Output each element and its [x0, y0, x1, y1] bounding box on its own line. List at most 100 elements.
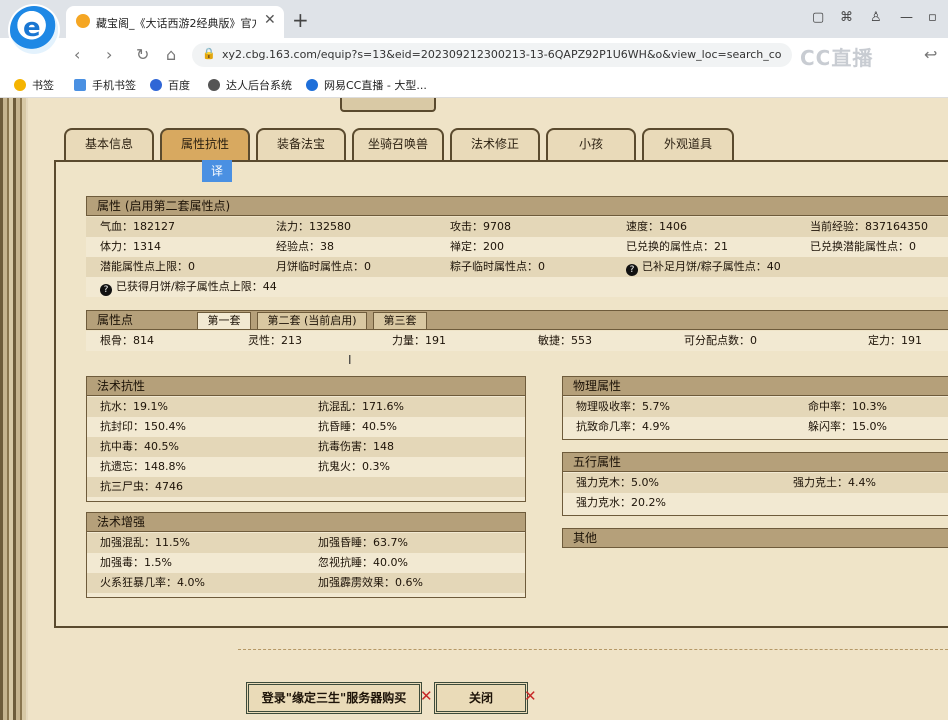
- browser-logo-icon: e: [10, 6, 58, 54]
- resist-value: 抗封印：150.4%: [100, 420, 186, 433]
- bookmarks-bar: 书签 手机书签 百度 达人后台系统 网易CC直播 - 大型...: [0, 72, 948, 98]
- resist-row: 抗三尸虫：4746: [87, 477, 525, 497]
- attr-value: 速度：1406: [626, 220, 687, 233]
- resist-row: 抗遗忘：148.8% 抗鬼火：0.3%: [87, 457, 525, 477]
- element-value: 强力克水：20.2%: [576, 496, 666, 509]
- bookmark-item[interactable]: 书签: [14, 77, 54, 93]
- window-icon[interactable]: ▫: [928, 10, 937, 25]
- tab-equipment[interactable]: 装备法宝: [256, 128, 346, 160]
- attr-value: 经验点：38: [276, 240, 334, 253]
- new-tab-icon[interactable]: +: [292, 8, 309, 32]
- tab-spell-mod[interactable]: 法术修正: [450, 128, 540, 160]
- physical-row: 抗致命几率：4.9% 躲闪率：15.0%: [563, 417, 948, 437]
- translate-badge[interactable]: 译: [202, 160, 232, 182]
- ornament-x-icon: ✕: [524, 687, 537, 705]
- attr-value-with-help: ? 已补足月饼/粽子属性点：40: [626, 257, 781, 277]
- attr-value: 法力：132580: [276, 220, 351, 233]
- home-icon[interactable]: ⌂: [166, 45, 176, 64]
- point-value: 可分配点数：0: [684, 334, 757, 347]
- login-buy-button[interactable]: 登录"缘定三生"服务器购买: [246, 682, 422, 714]
- text-cursor-icon: I: [348, 353, 352, 367]
- physical-value: 抗致命几率：4.9%: [576, 420, 670, 433]
- tab-close-icon[interactable]: ✕: [264, 12, 276, 28]
- enhance-value: 加强混乱：11.5%: [100, 536, 190, 549]
- url-text: xy2.cbg.163.com/equip?s=13&eid=202309212…: [222, 48, 782, 61]
- section-enhance-title: 法术增强: [86, 512, 526, 532]
- help-icon[interactable]: ?: [100, 284, 112, 296]
- attr-value: 体力：1314: [100, 240, 161, 253]
- subtab-set-2[interactable]: 第二套 (当前启用): [257, 312, 367, 330]
- menu-back-icon[interactable]: ↩: [924, 45, 937, 64]
- bookmark-item[interactable]: 手机书签: [74, 77, 136, 93]
- tab-appearance[interactable]: 外观道具: [642, 128, 734, 160]
- resist-row: 抗水：19.1% 抗混乱：171.6%: [87, 397, 525, 417]
- subtab-set-3[interactable]: 第三套: [373, 312, 427, 330]
- shirt-icon[interactable]: ♙: [870, 10, 882, 25]
- back-icon[interactable]: ‹: [74, 45, 80, 64]
- tab-basic-info[interactable]: 基本信息: [64, 128, 154, 160]
- section-attributes-title: 属性 (启用第二套属性点): [86, 196, 948, 216]
- point-value: 根骨：814: [100, 334, 154, 347]
- section-points-bar: 属性点 第一套 第二套 (当前启用) 第三套: [86, 310, 948, 330]
- attributes-row: 气血：182127 法力：132580 攻击：9708 速度：1406 当前经验…: [86, 217, 948, 237]
- bookmark-item[interactable]: 网易CC直播 - 大型...: [306, 77, 427, 93]
- enhance-value: 加强毒：1.5%: [100, 556, 172, 569]
- tab-title: 藏宝阁_《大话西游2经典版》官方: [96, 17, 256, 30]
- minimize-icon[interactable]: —: [900, 10, 913, 25]
- section-resist-title: 法术抗性: [86, 376, 526, 396]
- element-value: 强力克木：5.0%: [576, 476, 659, 489]
- physical-value: 物理吸收率：5.7%: [576, 400, 670, 413]
- game-icon[interactable]: ⌘: [840, 10, 853, 25]
- point-value: 灵性：213: [248, 334, 302, 347]
- bookmark-item[interactable]: 达人后台系统: [208, 77, 292, 93]
- help-icon[interactable]: ?: [626, 264, 638, 276]
- attr-value: 气血：182127: [100, 220, 175, 233]
- section-other-title: 其他: [562, 528, 948, 548]
- site-icon: [208, 79, 220, 91]
- tab-child[interactable]: 小孩: [546, 128, 636, 160]
- subtab-set-1[interactable]: 第一套: [197, 312, 251, 330]
- scroll-ornament: [340, 98, 436, 112]
- bookmark-item[interactable]: 百度: [150, 77, 190, 93]
- enhance-row: 加强毒：1.5% 忽视抗睡：40.0%: [87, 553, 525, 573]
- elements-row: 强力克水：20.2%: [563, 493, 948, 513]
- attr-value: 月饼临时属性点：0: [276, 260, 371, 273]
- close-button[interactable]: 关闭: [434, 682, 528, 714]
- page-content: 基本信息 属性抗性 装备法宝 坐骑召唤兽 法术修正 小孩 外观道具 译 属性 (…: [0, 98, 948, 720]
- resist-value: 抗三尸虫：4746: [100, 480, 183, 493]
- resist-value: 抗鬼火：0.3%: [318, 460, 390, 473]
- url-input[interactable]: 🔒 xy2.cbg.163.com/equip?s=13&eid=2023092…: [192, 43, 792, 67]
- enhance-value: 加强霹雳效果：0.6%: [318, 576, 423, 589]
- point-value: 力量：191: [392, 334, 446, 347]
- resist-value: 抗昏睡：40.5%: [318, 420, 397, 433]
- resist-value: 抗遗忘：148.8%: [100, 460, 186, 473]
- elements-row: 强力克木：5.0% 强力克土：4.4%: [563, 473, 948, 493]
- tab-attributes[interactable]: 属性抗性: [160, 128, 250, 160]
- watermark-logo: CC直播: [800, 46, 874, 70]
- enhance-value: 忽视抗睡：40.0%: [318, 556, 408, 569]
- forward-icon[interactable]: ›: [106, 45, 112, 64]
- refresh-icon[interactable]: ↻: [136, 45, 149, 64]
- point-value: 敏捷：553: [538, 334, 592, 347]
- enhance-value: 加强昏睡：63.7%: [318, 536, 408, 549]
- attr-value: 当前经验：837164350: [810, 220, 928, 233]
- browser-titlebar: 藏宝阁_《大话西游2经典版》官方 ✕ + ▢ ⌘ ♙ — ▫: [0, 0, 948, 38]
- attr-value: 已兑换的属性点：21: [626, 240, 728, 253]
- tab-mounts[interactable]: 坐骑召唤兽: [352, 128, 444, 160]
- section-physical-title: 物理属性: [562, 376, 948, 396]
- browser-tab[interactable]: 藏宝阁_《大话西游2经典版》官方 ✕: [66, 6, 284, 38]
- element-value: 强力克土：4.4%: [793, 476, 876, 489]
- enhance-row: 加强混乱：11.5% 加强昏睡：63.7%: [87, 533, 525, 553]
- phone-icon: [74, 79, 86, 91]
- attr-value: 攻击：9708: [450, 220, 511, 233]
- lock-icon: 🔒: [202, 47, 216, 60]
- points-row: 根骨：814 灵性：213 力量：191 敏捷：553 可分配点数：0 定力：1…: [86, 331, 948, 351]
- enhance-value: 火系狂暴几率：4.0%: [100, 576, 205, 589]
- resist-row: 抗中毒：40.5% 抗毒伤害：148: [87, 437, 525, 457]
- attr-value-with-help: ? 已获得月饼/粽子属性点上限：44: [100, 277, 277, 297]
- reader-icon[interactable]: ▢: [812, 10, 824, 25]
- physical-value: 命中率：10.3%: [808, 400, 887, 413]
- section-points-title: 属性点: [97, 313, 134, 327]
- resist-value: 抗中毒：40.5%: [100, 440, 179, 453]
- section-elements-title: 五行属性: [562, 452, 948, 472]
